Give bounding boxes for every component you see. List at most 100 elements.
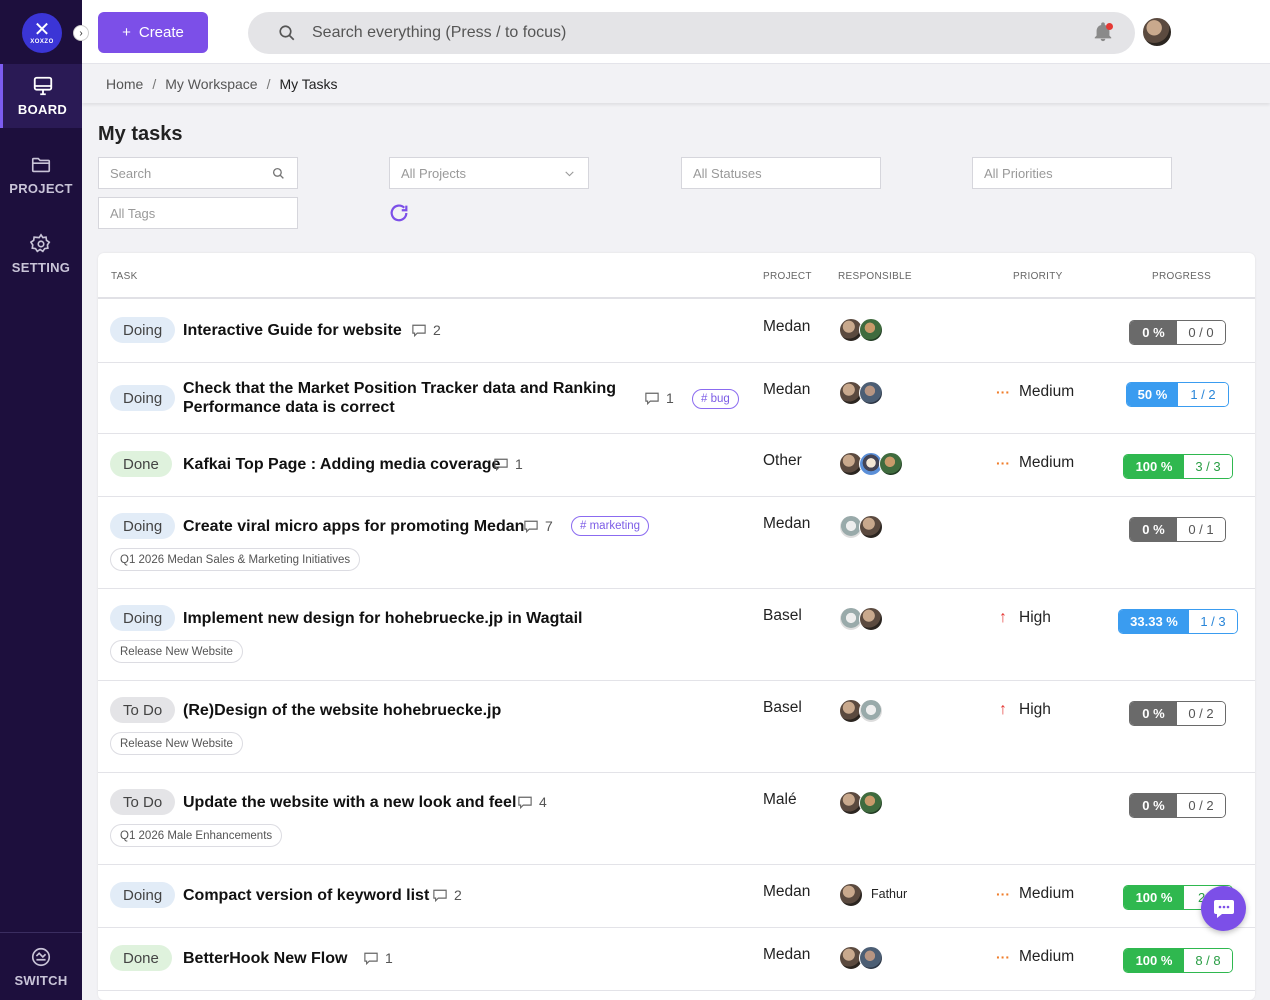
comment-count[interactable]: 7 (524, 518, 553, 534)
milestone-chip[interactable]: Q1 2026 Male Enhancements (110, 824, 283, 847)
top-bar: + Create (82, 0, 1270, 64)
task-search-field[interactable] (98, 157, 298, 189)
status-badge[interactable]: To Do (110, 789, 176, 815)
table-row[interactable]: Doing Check that the Market Position Tra… (98, 363, 1255, 434)
priority: ↑ High (996, 701, 1051, 719)
progress-count: 0 / 1 (1177, 518, 1225, 541)
status-badge[interactable]: Doing (110, 317, 176, 343)
milestone-chip[interactable]: Release New Website (110, 640, 243, 663)
chat-button[interactable] (1201, 886, 1246, 931)
sidebar-item-label: SETTING (11, 260, 71, 275)
tags-filter[interactable]: All Tags (98, 197, 298, 229)
task-title[interactable]: Create viral micro apps for promoting Me… (183, 517, 524, 536)
responsible-avatars[interactable] (839, 791, 883, 815)
page-title: My tasks (98, 123, 183, 145)
global-search[interactable] (248, 12, 1135, 54)
task-title[interactable]: Kafkai Top Page : Adding media coverage (183, 455, 500, 474)
table-row[interactable]: To Do (Re)Design of the website hohebrue… (98, 681, 1255, 773)
tag-marketing[interactable]: # marketing (571, 516, 650, 536)
table-row[interactable]: Doing Create viral micro apps for promot… (98, 497, 1255, 589)
task-search-input[interactable] (110, 165, 260, 181)
comment-count[interactable]: 1 (494, 456, 523, 472)
responsible-avatars[interactable] (839, 381, 883, 405)
table-row[interactable]: Done BetterHook New Flow 1 Medan ··· Medi… (98, 928, 1255, 991)
status-badge[interactable]: Doing (110, 385, 176, 411)
progress-bar: 33.33 % 1 / 3 (1118, 609, 1238, 634)
sidebar-switch[interactable]: SWITCH (0, 932, 82, 1000)
sidebar-collapse-button[interactable]: › (73, 25, 89, 41)
tag-bug[interactable]: # bug (692, 389, 739, 409)
user-avatar[interactable] (1142, 17, 1172, 47)
avatar (859, 381, 883, 405)
comment-count[interactable]: 2 (412, 322, 441, 338)
status-badge[interactable]: Doing (110, 605, 176, 631)
sidebar-item-project[interactable]: PROJECT (0, 143, 82, 207)
folder-icon (31, 157, 51, 173)
comment-count[interactable]: 4 (518, 794, 547, 810)
milestone-chip[interactable]: Q1 2026 Medan Sales & Marketing Initiati… (110, 548, 361, 571)
progress-count: 8 / 8 (1184, 949, 1232, 972)
logo-text: XOXZO (30, 39, 54, 45)
status-badge[interactable]: Done (110, 945, 172, 971)
priority-high-icon: ↑ (999, 701, 1007, 718)
progress-bar: 0 % 0 / 1 (1129, 517, 1226, 542)
task-project: Medan (763, 381, 811, 398)
app-logo[interactable]: ✕ XOXZO (22, 13, 62, 53)
status-badge[interactable]: Doing (110, 882, 176, 908)
priority-high-icon: ↑ (999, 609, 1007, 626)
header-project[interactable]: PROJECT (763, 271, 812, 282)
comment-count[interactable]: 2 (433, 887, 462, 903)
refresh-icon[interactable] (388, 202, 410, 224)
breadcrumb-separator: / (266, 76, 271, 92)
milestone-chip[interactable]: Release New Website (110, 732, 243, 755)
priorities-filter[interactable]: All Priorities (972, 157, 1172, 189)
header-task[interactable]: TASK (111, 271, 138, 282)
comment-count[interactable]: 1 (645, 390, 674, 406)
comment-icon (518, 796, 532, 809)
comment-count[interactable]: 1 (364, 950, 393, 966)
status-badge[interactable]: Doing (110, 513, 176, 539)
table-row[interactable]: Doing Compact version of keyword list 2 … (98, 865, 1255, 928)
chat-icon (1213, 899, 1234, 918)
task-title[interactable]: Update the website with a new look and f… (183, 793, 516, 812)
progress-bar: 100 % 3 / 3 (1123, 454, 1233, 479)
progress-bar: 0 % 0 / 2 (1129, 793, 1226, 818)
header-progress[interactable]: PROGRESS (1152, 271, 1211, 282)
task-title[interactable]: BetterHook New Flow (183, 949, 347, 968)
header-responsible[interactable]: RESPONSIBLE (838, 271, 912, 282)
responsible-avatars[interactable] (839, 452, 903, 476)
task-title[interactable]: Compact version of keyword list (183, 886, 429, 905)
table-row[interactable]: To Do Update the website with a new look… (98, 773, 1255, 865)
global-search-input[interactable] (312, 24, 1012, 42)
responsible-name: Fathur (871, 887, 908, 901)
breadcrumb-home[interactable]: Home (106, 76, 143, 92)
header-priority[interactable]: PRIORITY (1013, 271, 1063, 282)
status-badge[interactable]: Done (110, 451, 172, 477)
table-row[interactable]: Doing Interactive Guide for website 2 Me… (98, 300, 1255, 363)
responsible-avatars[interactable] (839, 883, 863, 907)
task-title[interactable]: (Re)Design of the website hohebruecke.jp (183, 701, 501, 720)
breadcrumb-workspace[interactable]: My Workspace (165, 76, 257, 92)
responsible-avatars[interactable] (839, 515, 883, 539)
table-header: TASK PROJECT RESPONSIBLE PRIORITY PROGRE… (98, 253, 1255, 299)
task-title[interactable]: Interactive Guide for website (183, 321, 402, 340)
sidebar-item-setting[interactable]: SETTING (0, 222, 82, 286)
priority: ··· Medium (996, 885, 1075, 902)
create-button[interactable]: + Create (98, 12, 208, 53)
responsible-avatars[interactable] (839, 946, 883, 970)
responsible-avatars[interactable] (839, 699, 883, 723)
table-row[interactable]: Doing Implement new design for hohebruec… (98, 589, 1255, 681)
task-title[interactable]: Implement new design for hohebruecke.jp … (183, 609, 582, 628)
table-row[interactable]: Done Kafkai Top Page : Adding media cove… (98, 434, 1255, 497)
statuses-filter[interactable]: All Statuses (681, 157, 881, 189)
task-title[interactable]: Check that the Market Position Tracker d… (183, 379, 623, 417)
search-icon (272, 167, 284, 179)
progress-bar: 100 % 8 / 8 (1123, 948, 1233, 973)
sidebar-item-board[interactable]: BOARD (0, 64, 82, 128)
responsible-avatars[interactable] (839, 607, 883, 631)
status-badge[interactable]: To Do (110, 697, 176, 723)
priority: ··· Medium (996, 454, 1075, 471)
priority: ↑ High (996, 609, 1051, 627)
projects-filter[interactable]: All Projects (389, 157, 589, 189)
responsible-avatars[interactable] (839, 318, 883, 342)
